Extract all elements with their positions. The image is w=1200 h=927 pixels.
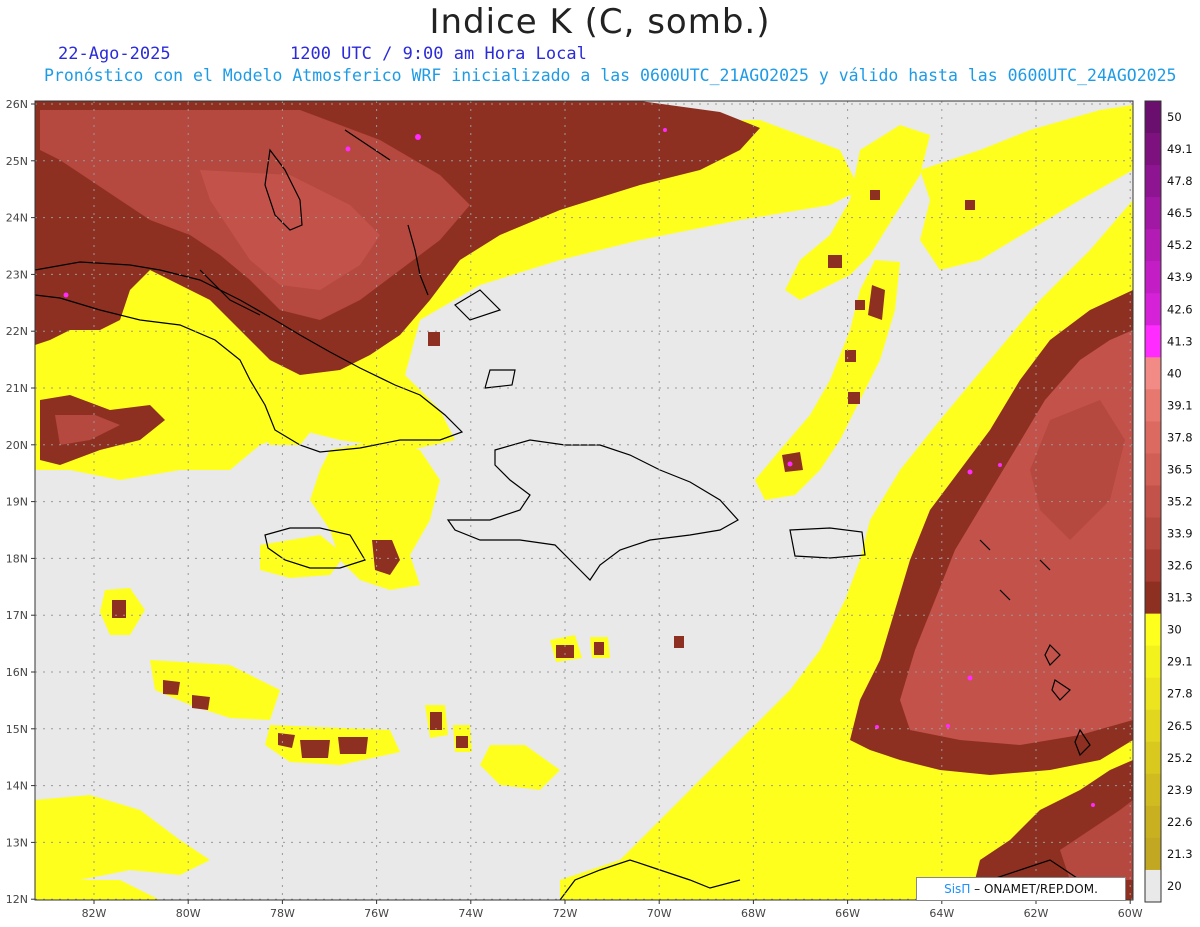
colorbar-label: 41.3 — [1167, 334, 1193, 348]
colorbar-swatch — [1145, 837, 1161, 871]
colorbar-swatch — [1145, 389, 1161, 422]
colorbar-label: 47.8 — [1167, 174, 1193, 188]
colorbar-label: 49.1 — [1167, 142, 1193, 156]
lat-tick-label: 25N — [6, 155, 28, 168]
colorbar-swatch — [1145, 709, 1161, 743]
lat-tick-label: 17N — [6, 609, 28, 622]
lat-tick-label: 13N — [6, 836, 28, 849]
colorbar-label: 21.3 — [1167, 847, 1193, 861]
lon-tick-label: 78W — [270, 907, 295, 920]
credit-brand: SisΠ — [944, 882, 971, 896]
colorbar-swatch — [1145, 645, 1161, 679]
colorbar-swatch — [1145, 197, 1161, 230]
lon-tick-label: 64W — [929, 907, 954, 920]
lat-tick-label: 23N — [6, 268, 28, 281]
colorbar-swatch — [1145, 549, 1161, 583]
colorbar-swatch — [1145, 485, 1161, 519]
colorbar-swatch — [1145, 453, 1161, 486]
colorbar-label: 42.6 — [1167, 302, 1193, 316]
k-index-map: 26N 25N 24N 23N 22N 21N 20N 19N 18N 17N 16N 15N 14N 1… — [6, 98, 1193, 920]
colorbar-label: 43.9 — [1167, 270, 1193, 284]
colorbar-swatch — [1145, 805, 1161, 839]
lat-tick-label: 19N — [6, 496, 28, 509]
colorbar-label: 25.2 — [1167, 751, 1193, 765]
colorbar-swatch — [1145, 357, 1161, 390]
colorbar-label: 39.1 — [1167, 398, 1193, 412]
colorbar-swatch — [1145, 741, 1161, 775]
lon-tick-label: 72W — [553, 907, 578, 920]
lon-tick-label: 82W — [82, 907, 107, 920]
lon-tick-label: 66W — [835, 907, 860, 920]
colorbar-label: 31.3 — [1167, 591, 1193, 605]
colorbar-swatch — [1145, 133, 1161, 166]
colorbar-label: 27.8 — [1167, 687, 1193, 701]
lat-tick-label: 18N — [6, 552, 28, 565]
lon-tick-label: 70W — [647, 907, 672, 920]
colorbar-label: 20 — [1167, 879, 1182, 893]
lon-tick-label: 74W — [458, 907, 483, 920]
colorbar-swatch — [1145, 101, 1161, 134]
lat-tick-label: 20N — [6, 439, 28, 452]
colorbar-label: 32.6 — [1167, 559, 1193, 573]
colorbar-label: 22.6 — [1167, 815, 1193, 829]
colorbar-swatch — [1145, 581, 1161, 615]
colorbar-swatch — [1145, 421, 1161, 454]
lat-tick-label: 16N — [6, 666, 28, 679]
colorbar-label: 30 — [1167, 623, 1182, 637]
colorbar-swatch — [1145, 229, 1161, 262]
lon-tick-label: 62W — [1024, 907, 1049, 920]
colorbar-swatch — [1145, 677, 1161, 711]
colorbar-label: 36.5 — [1167, 462, 1193, 476]
lon-tick-label: 80W — [176, 907, 201, 920]
colorbar-label: 35.2 — [1167, 495, 1193, 509]
colorbar-swatch — [1145, 293, 1161, 326]
latitude-labels: 26N 25N 24N 23N 22N 21N 20N 19N 18N 17N 16N 15N 14N 1… — [6, 98, 35, 906]
colorbar-label: 45.2 — [1167, 238, 1193, 252]
colorbar-swatch — [1145, 773, 1161, 807]
lat-tick-label: 22N — [6, 325, 28, 338]
colorbar-label: 37.8 — [1167, 430, 1193, 444]
colorbar-label: 33.9 — [1167, 527, 1193, 541]
colorbar-label: 26.5 — [1167, 719, 1193, 733]
colorbar-label: 40 — [1167, 366, 1182, 380]
lon-tick-label: 76W — [364, 907, 389, 920]
colorbar-swatch — [1145, 165, 1161, 198]
colorbar: 50 49.1 47.8 46.5 45.2 43.9 42.6 41.3 40 39.1 37.8… — [1144, 100, 1193, 903]
lat-tick-label: 26N — [6, 98, 28, 111]
lat-tick-label: 21N — [6, 382, 28, 395]
lat-tick-label: 14N — [6, 780, 28, 793]
lat-tick-label: 24N — [6, 212, 28, 225]
colorbar-swatch — [1145, 517, 1161, 551]
colorbar-swatch — [1145, 261, 1161, 294]
credit-text: – ONAMET/REP.DOM. — [974, 882, 1098, 896]
colorbar-swatch — [1145, 325, 1161, 358]
longitude-labels: 82W 80W 78W 76W 74W 72W 70W 68W 66W 64W 62W 60W — [82, 900, 1143, 920]
lon-tick-label: 68W — [741, 907, 766, 920]
colorbar-swatch — [1145, 869, 1161, 903]
colorbar-label: 50 — [1167, 110, 1182, 124]
colorbar-swatch — [1145, 613, 1161, 647]
lat-tick-label: 15N — [6, 723, 28, 736]
lat-tick-label: 12N — [6, 893, 28, 906]
credit-box: SisΠ – ONAMET/REP.DOM. — [916, 877, 1126, 901]
colorbar-label: 29.1 — [1167, 655, 1193, 669]
colorbar-label: 23.9 — [1167, 783, 1193, 797]
colorbar-label: 46.5 — [1167, 206, 1193, 220]
lon-tick-label: 60W — [1118, 907, 1143, 920]
